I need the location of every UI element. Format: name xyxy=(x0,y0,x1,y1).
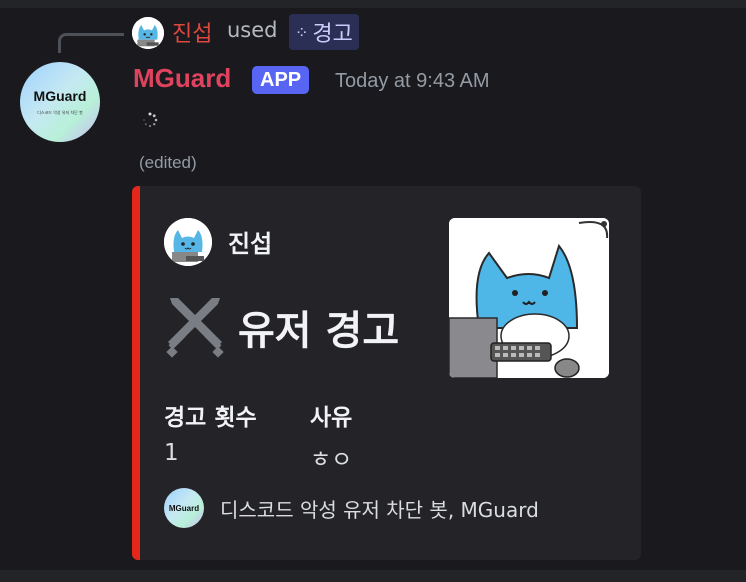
reply-user-avatar[interactable] xyxy=(132,17,164,49)
reply-connector xyxy=(58,33,124,53)
command-name: 경고 xyxy=(312,22,353,47)
embed-author-name: 진섭 xyxy=(228,230,273,258)
loading-spinner-icon xyxy=(143,112,158,128)
embed-author-avatar xyxy=(164,218,212,266)
embed-card: 진섭 유저 경고 경고 횟수 1 사유 ㅎㅇ MGuard 디스코드 악성 유저… xyxy=(132,186,641,560)
embed-title: 유저 경고 xyxy=(164,296,399,358)
reply-username[interactable]: 진섭 xyxy=(172,16,212,48)
field-name-warn-count: 경고 횟수 xyxy=(164,405,257,431)
reply-used-text: used xyxy=(227,18,278,42)
embed-accent-bar xyxy=(132,186,140,560)
embed-thumbnail[interactable] xyxy=(449,218,609,378)
embed-title-text: 유저 경고 xyxy=(238,308,400,354)
top-bar xyxy=(0,0,746,8)
message-timestamp[interactable]: Today at 9:43 AM xyxy=(335,70,490,93)
footer-icon-text: MGuard xyxy=(168,503,200,513)
bot-avatar[interactable]: MGuard 디스코드 악성 유저 차단 봇 xyxy=(20,62,100,142)
embed-footer-text: 디스코드 악성 유저 차단 봇, MGuard xyxy=(220,498,539,522)
message-author[interactable]: MGuard xyxy=(133,63,231,94)
bottom-bar xyxy=(0,570,746,582)
app-badge: APP xyxy=(252,66,310,94)
app-command-icon: ⁘ xyxy=(295,22,309,42)
avatar-subtitle: 디스코드 악성 유저 차단 봇 xyxy=(37,110,83,115)
avatar-logo-text: MGuard xyxy=(33,88,87,104)
edited-label: (edited) xyxy=(139,153,197,172)
field-value-warn-count: 1 xyxy=(164,440,179,466)
field-name-reason: 사유 xyxy=(310,405,353,431)
command-mention[interactable]: ⁘ 경고 xyxy=(289,14,359,50)
crossed-swords-icon xyxy=(166,298,224,358)
field-value-reason: ㅎㅇ xyxy=(310,447,353,473)
embed-footer-icon: MGuard xyxy=(164,488,204,528)
